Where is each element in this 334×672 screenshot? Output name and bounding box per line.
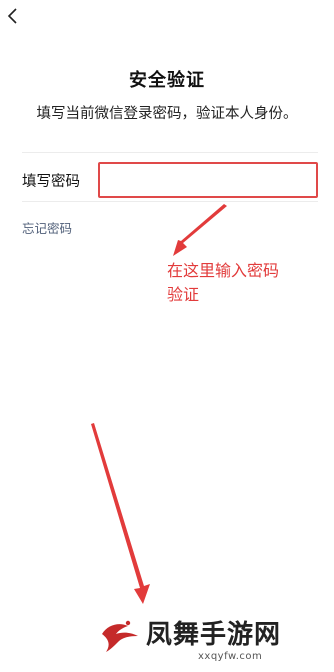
password-row: 填写密码 xyxy=(22,152,318,202)
annotation-arrow-upper xyxy=(173,204,227,256)
chevron-left-icon xyxy=(7,8,17,24)
annotation-note: 在这里输入密码 验证 xyxy=(167,259,327,307)
password-label: 填写密码 xyxy=(22,174,80,190)
page-subtitle: 填写当前微信登录密码，验证本人身份。 xyxy=(36,106,298,122)
back-button[interactable] xyxy=(2,2,26,30)
annotation-note-line1: 在这里输入密码 xyxy=(167,261,280,280)
watermark-title: 凤舞手游网 xyxy=(146,620,282,650)
annotation-note-line2: 验证 xyxy=(167,285,200,304)
annotation-arrows xyxy=(91,204,227,604)
annotation-arrow-lower xyxy=(91,423,150,604)
page-title: 安全验证 xyxy=(129,70,205,91)
watermark: 凤舞手游网 xxqyfw.com xyxy=(92,610,332,668)
password-input[interactable] xyxy=(98,162,318,198)
forgot-password-link[interactable]: 忘记密码 xyxy=(22,218,72,237)
watermark-domain: xxqyfw.com xyxy=(198,651,263,662)
phoenix-logo-icon xyxy=(102,620,138,652)
